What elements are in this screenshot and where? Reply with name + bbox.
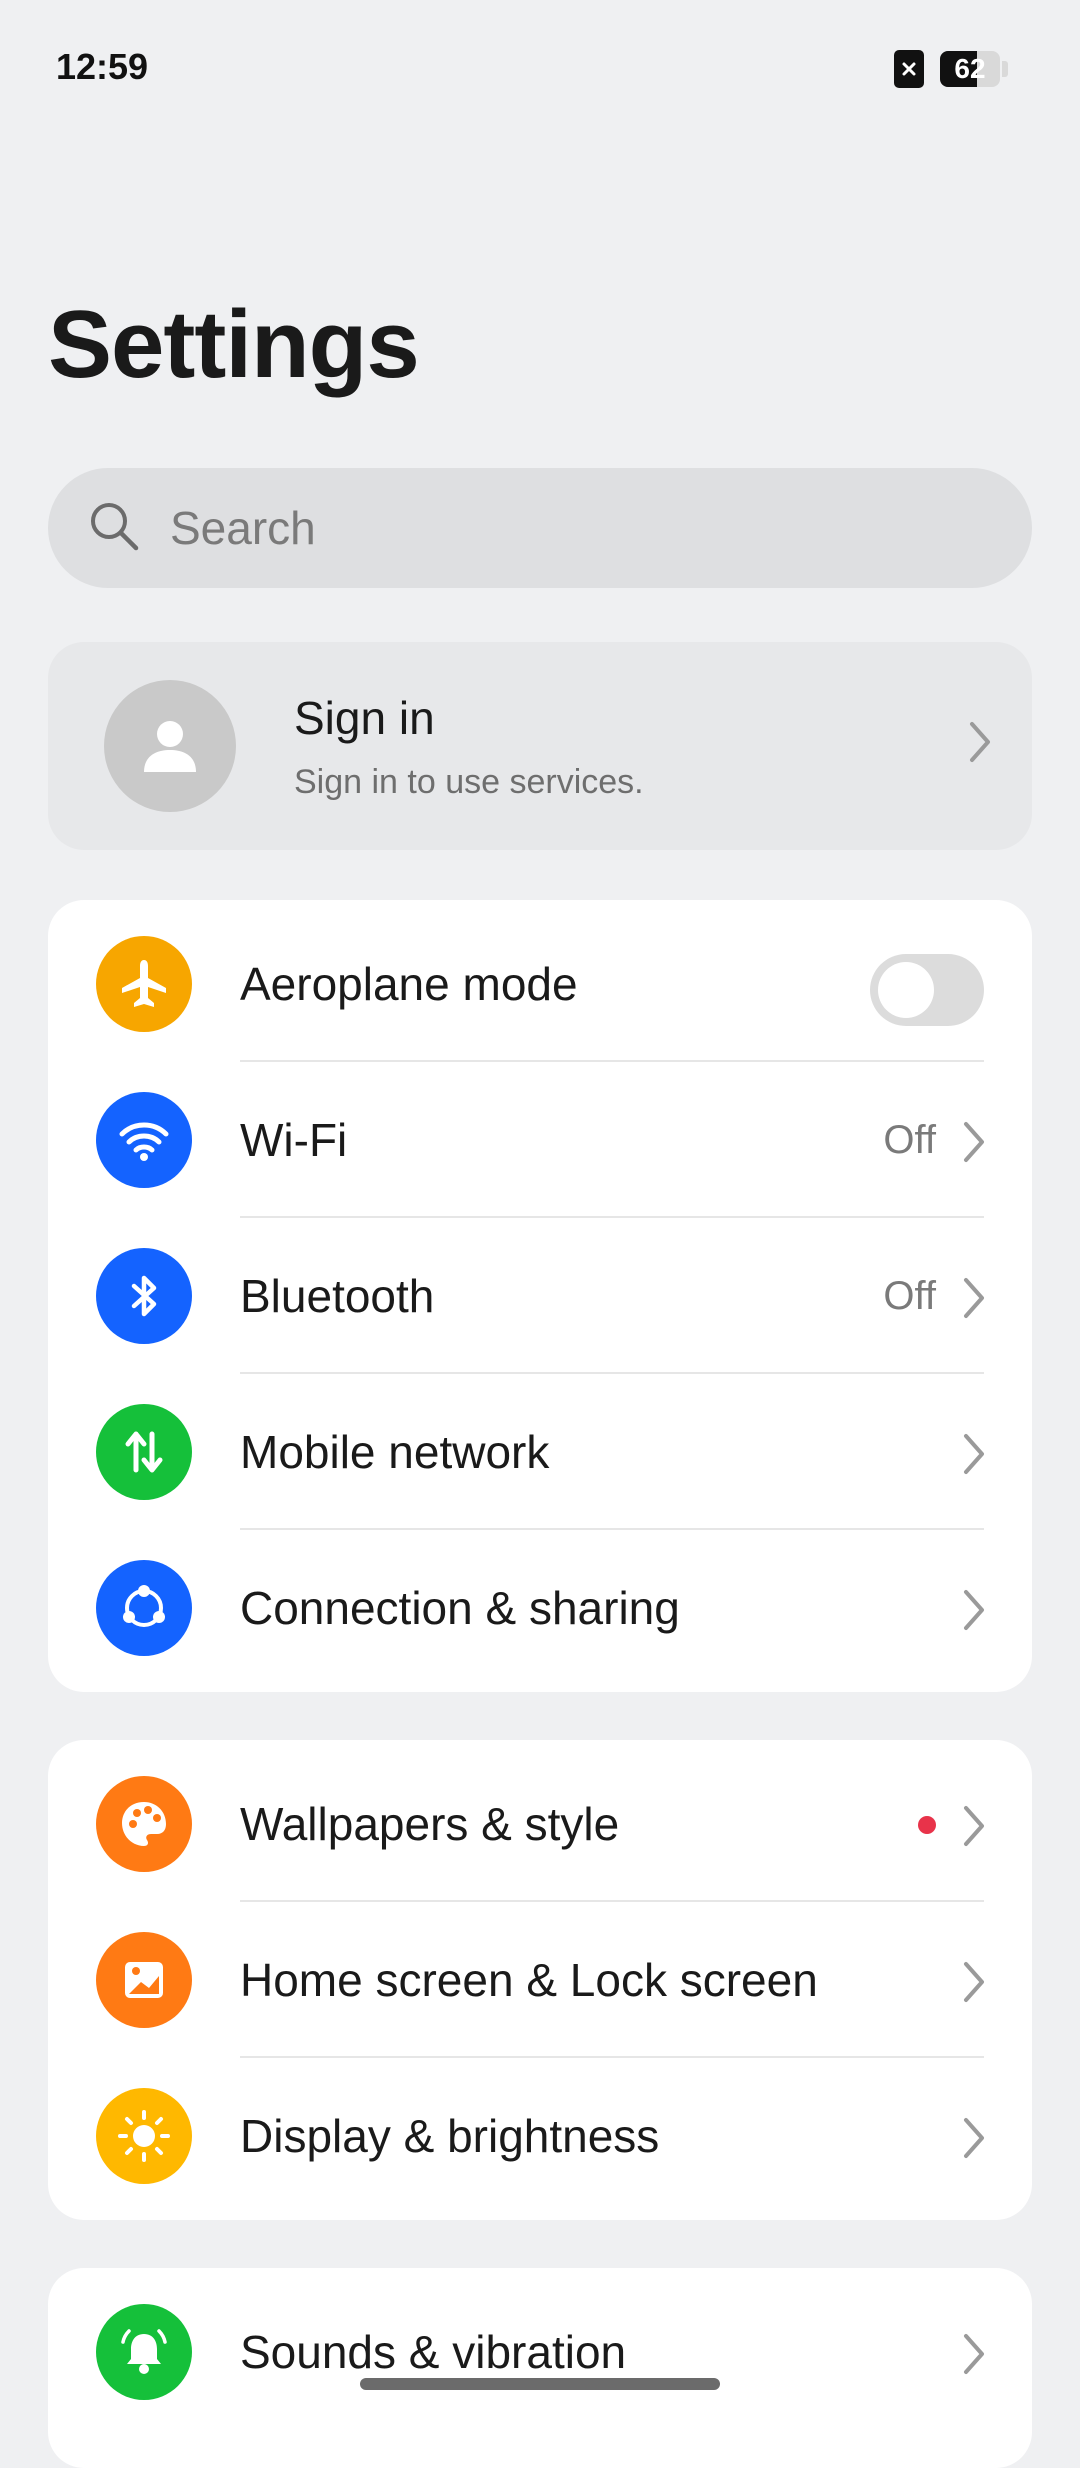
battery-icon: 62 (940, 51, 1000, 87)
home-indicator[interactable] (360, 2378, 720, 2390)
chevron-right-icon (962, 1120, 986, 1169)
chevron-right-icon (962, 1432, 986, 1481)
sign-in-subtitle: Sign in to use services. (294, 762, 644, 801)
sound-group: Sounds & vibration (48, 2268, 1032, 2468)
row-sounds-vibration[interactable]: Sounds & vibration (48, 2274, 1032, 2430)
row-connection-sharing[interactable]: Connection & sharing (48, 1530, 1032, 1686)
no-sim-icon (894, 50, 924, 88)
row-wallpapers-style[interactable]: Wallpapers & style (48, 1746, 1032, 1902)
bluetooth-icon (96, 1248, 192, 1344)
search-icon (86, 498, 142, 559)
mobile-data-icon (96, 1404, 192, 1500)
row-label: Wallpapers & style (240, 1798, 620, 1850)
battery-level: 62 (954, 53, 986, 84)
chevron-right-icon (962, 1588, 986, 1637)
aeroplane-mode-toggle[interactable] (870, 954, 984, 1026)
home-screen-icon (96, 1932, 192, 2028)
status-time: 12:59 (56, 46, 149, 87)
row-wifi[interactable]: Wi-Fi Off (48, 1062, 1032, 1218)
sign-in-title: Sign in (294, 691, 435, 744)
search-bar[interactable]: Search (48, 468, 1032, 588)
row-label: Sounds & vibration (240, 2326, 627, 2378)
chevron-right-icon (968, 720, 992, 769)
chevron-right-icon (962, 2332, 986, 2381)
row-label: Bluetooth (240, 1270, 435, 1322)
avatar (104, 680, 236, 812)
row-bluetooth[interactable]: Bluetooth Off (48, 1218, 1032, 1374)
row-label: Mobile network (240, 1426, 550, 1478)
chevron-right-icon (962, 2116, 986, 2165)
row-label: Aeroplane mode (240, 958, 578, 1010)
sign-in-card[interactable]: Sign in Sign in to use services. (48, 642, 1032, 850)
row-aeroplane-mode[interactable]: Aeroplane mode (48, 906, 1032, 1062)
wifi-status: Off (883, 1117, 936, 1162)
connectivity-group: Aeroplane mode Wi-Fi Off Bluetooth Off M… (48, 900, 1032, 1692)
wifi-icon (96, 1092, 192, 1188)
sun-icon (96, 2088, 192, 2184)
palette-icon (96, 1776, 192, 1872)
search-placeholder: Search (170, 502, 316, 554)
status-bar: 12:59 62 (0, 0, 1080, 140)
personalization-group: Wallpapers & style Home screen & Lock sc… (48, 1740, 1032, 2220)
chevron-right-icon (962, 1960, 986, 2009)
chevron-right-icon (962, 1804, 986, 1853)
battery-cap (1002, 61, 1008, 77)
row-display-brightness[interactable]: Display & brightness (48, 2058, 1032, 2214)
row-mobile-network[interactable]: Mobile network (48, 1374, 1032, 1530)
row-home-lock-screen[interactable]: Home screen & Lock screen (48, 1902, 1032, 2058)
row-label: Connection & sharing (240, 1582, 680, 1634)
row-label: Display & brightness (240, 2110, 660, 2162)
row-label: Home screen & Lock screen (240, 1954, 818, 2006)
person-icon (144, 721, 196, 772)
notification-dot (918, 1816, 936, 1834)
page-title: Settings (48, 291, 420, 398)
status-icons: 62 (894, 50, 1008, 88)
chevron-right-icon (962, 1276, 986, 1325)
row-label: Wi-Fi (240, 1114, 348, 1166)
share-icon (96, 1560, 192, 1656)
toggle-knob (878, 962, 934, 1018)
bluetooth-status: Off (883, 1273, 936, 1318)
bell-icon (96, 2304, 192, 2400)
airplane-icon (96, 936, 192, 1032)
